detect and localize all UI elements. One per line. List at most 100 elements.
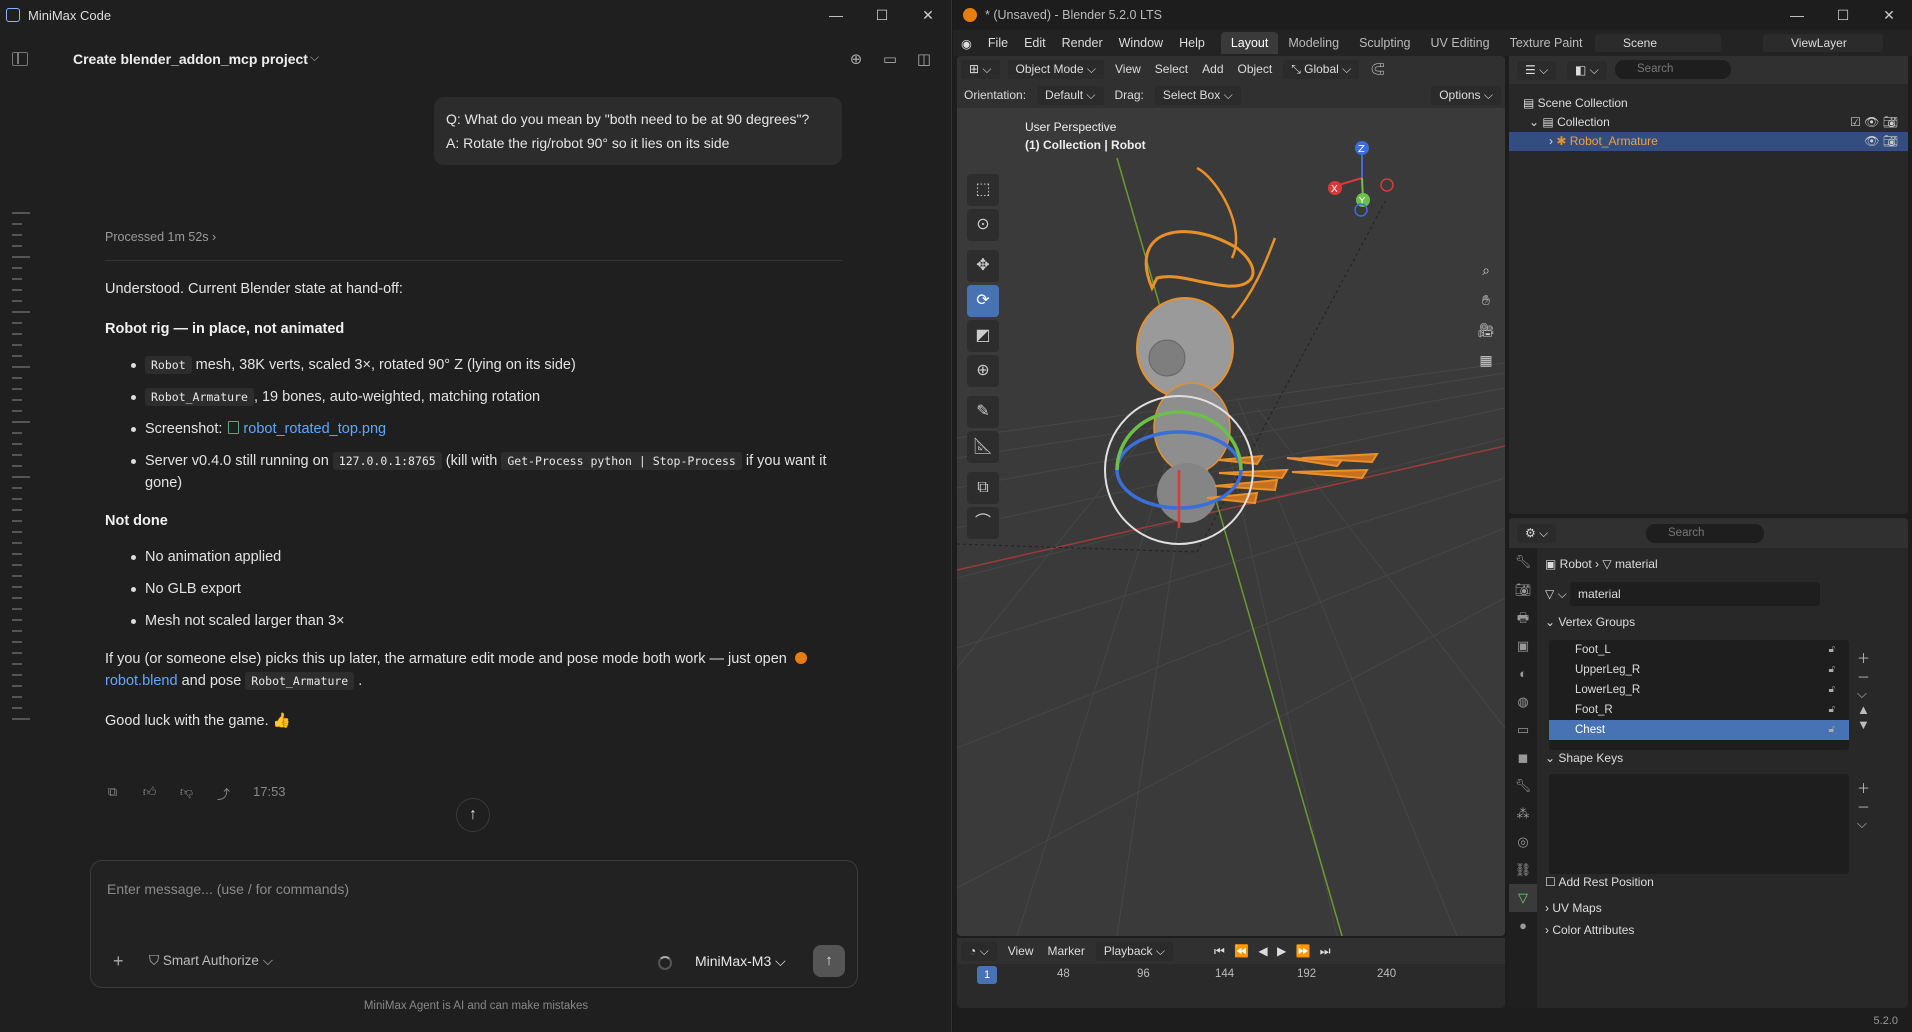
share-icon[interactable]: ⤴ xyxy=(216,784,231,802)
blender-menu-icon[interactable]: ◉ xyxy=(953,36,980,51)
scroll-up-button[interactable]: ↑ xyxy=(456,798,490,832)
collection-tab-icon[interactable]: ▭ xyxy=(1509,716,1537,744)
physics-tab-icon[interactable]: ◎ xyxy=(1509,828,1537,856)
folder-icon[interactable]: ▭ xyxy=(881,50,899,68)
camera-icon[interactable]: 🎥︎ xyxy=(1475,322,1497,346)
display-mode-dropdown[interactable]: ◧ ⌵ xyxy=(1567,61,1607,80)
tab-modeling[interactable]: Modeling xyxy=(1278,32,1349,54)
color-attributes-header[interactable]: › Color Attributes xyxy=(1545,918,1895,942)
thumbs-up-icon[interactable]: 👍︎ xyxy=(142,784,157,799)
shape-keys-header[interactable]: ⌄ Shape Keys xyxy=(1545,746,1895,770)
current-frame[interactable]: 1 xyxy=(977,966,997,984)
cursor-icon[interactable]: ⊙ xyxy=(967,209,999,241)
scene-tab-icon[interactable]: ◐ xyxy=(1509,660,1537,688)
outliner-editor-dropdown[interactable]: ☰ ⌵ xyxy=(1517,61,1557,80)
object-tab-icon[interactable]: ◼ xyxy=(1509,744,1537,772)
armature-row[interactable]: › ✱ Robot_Armature 👁︎ 📷︎ xyxy=(1509,132,1908,151)
plus-icon[interactable]: + xyxy=(113,951,124,972)
send-button[interactable]: ↑ xyxy=(813,945,845,977)
panel-icon[interactable]: ◫ xyxy=(915,50,933,68)
visibility-icon[interactable]: ☑ 👁︎ 📷︎ xyxy=(1850,113,1898,132)
output-tab-icon[interactable]: 🖶 xyxy=(1509,604,1537,632)
tab-layout[interactable]: Layout xyxy=(1220,32,1279,54)
transform-orientation-dropdown[interactable]: ⤡ Global ⌵ xyxy=(1283,59,1360,79)
processed-toggle[interactable]: Processed 1m 52s › xyxy=(105,230,216,244)
menu-view[interactable]: View xyxy=(1108,62,1148,76)
mesh-data-tab-icon[interactable]: ▽ xyxy=(1509,884,1537,912)
message-input[interactable]: Enter message... (use / for commands) xyxy=(107,881,349,897)
close-icon[interactable]: ✕ xyxy=(1866,0,1912,30)
list-item[interactable]: Foot_L 🔓︎ xyxy=(1549,640,1849,660)
mode-dropdown[interactable]: Object Mode ⌵ xyxy=(1007,59,1104,79)
playback-controls-icon[interactable]: ⏮ ⏪ ◀ ▶ ⏩ ⏭ xyxy=(1207,944,1341,959)
timeline[interactable]: ◔ ⌵ View Marker Playback ⌵ ⏮ ⏪ ◀ ▶ ⏩ ⏭ 1… xyxy=(957,938,1505,1008)
shape-key-buttons[interactable]: ＋－ ⌵ xyxy=(1857,778,1870,832)
uv-maps-header[interactable]: › UV Maps xyxy=(1545,896,1895,920)
tool-tab-icon[interactable]: 🔧︎ xyxy=(1509,548,1537,576)
list-item[interactable]: Foot_R 🔓︎ xyxy=(1549,700,1849,720)
menu-file[interactable]: File xyxy=(980,36,1016,50)
vertex-groups-header[interactable]: ⌄ Vertex Groups xyxy=(1545,610,1895,634)
list-item[interactable]: Chest 🔓︎ xyxy=(1549,720,1849,740)
menu-render[interactable]: Render xyxy=(1054,36,1111,50)
editor-type-dropdown[interactable]: ⊞ ⌵ xyxy=(961,59,1000,79)
list-item[interactable]: UpperLeg_R 🔓︎ xyxy=(1549,660,1849,680)
curve-icon[interactable]: ⌒ xyxy=(967,507,999,539)
menu-window[interactable]: Window xyxy=(1111,36,1171,50)
tab-texture-paint[interactable]: Texture Paint xyxy=(1500,32,1593,54)
visibility-icon[interactable]: 👁︎ 📷︎ xyxy=(1864,132,1898,151)
close-icon[interactable]: ✕ xyxy=(905,0,951,30)
screenshot-link[interactable]: robot_rotated_top.png xyxy=(243,421,386,437)
vertex-group-list[interactable]: Foot_L 🔓︎ UpperLeg_R 🔓︎ LowerLeg_R 🔓︎ Foot_… xyxy=(1549,640,1849,750)
playback-dropdown[interactable]: Playback ⌵ xyxy=(1095,941,1173,961)
add-rest-position-checkbox[interactable]: ☐ Add Rest Position xyxy=(1545,870,1895,894)
annotate-icon[interactable]: ✎ xyxy=(967,396,999,428)
move-icon[interactable]: ✥ xyxy=(967,250,999,282)
select-box-icon[interactable]: ⬚ xyxy=(967,174,999,206)
menu-edit[interactable]: Edit xyxy=(1016,36,1054,50)
pan-hand-icon[interactable]: ✋︎ xyxy=(1475,292,1497,316)
globe-icon[interactable]: ⊕ xyxy=(847,50,865,68)
maximize-icon[interactable]: ☐ xyxy=(1820,0,1866,30)
timeline-editor-dropdown[interactable]: ◔ ⌵ xyxy=(961,941,997,961)
outliner-search-input[interactable]: Search xyxy=(1615,60,1731,79)
model-selector[interactable]: MiniMax-M3 ⌵ xyxy=(695,953,786,970)
zoom-icon[interactable]: ⌕ xyxy=(1475,262,1497,286)
blend-file-link[interactable]: robot.blend xyxy=(105,673,178,689)
vertex-group-buttons[interactable]: ＋－ ⌵ ▲ ▼ xyxy=(1857,648,1870,732)
smart-authorize-dropdown[interactable]: ⛉ Smart Authorize ⌵ xyxy=(149,953,273,969)
options-dropdown[interactable]: Options ⌵ xyxy=(1431,85,1501,105)
project-title[interactable]: Create blender_addon_mcp project xyxy=(73,51,308,67)
view-layer-tab-icon[interactable]: ▣ xyxy=(1509,632,1537,660)
scale-icon[interactable]: ◩ xyxy=(967,320,999,352)
particles-tab-icon[interactable]: ⁂ xyxy=(1509,800,1537,828)
menu-help[interactable]: Help xyxy=(1171,36,1213,50)
tab-sculpting[interactable]: Sculpting xyxy=(1349,32,1420,54)
thumbs-down-icon[interactable]: 👎︎ xyxy=(179,784,194,799)
add-cube-icon[interactable]: ⧉ xyxy=(967,472,999,504)
constraints-tab-icon[interactable]: ⛓︎ xyxy=(1509,856,1537,884)
view-layer-selector[interactable]: ViewLayer xyxy=(1763,34,1883,52)
timeline-menu-marker[interactable]: Marker xyxy=(1040,944,1091,958)
grid-view-icon[interactable]: ▦ xyxy=(1475,352,1497,376)
orientation-dropdown[interactable]: Default ⌵ xyxy=(1037,85,1104,105)
chevron-down-icon[interactable]: ⌵ xyxy=(310,50,319,65)
mesh-data-field[interactable]: ▽ ⌵ material xyxy=(1545,582,1895,606)
sidebar-toggle-icon[interactable] xyxy=(12,52,28,66)
maximize-icon[interactable]: ☐ xyxy=(859,0,905,30)
rotate-icon[interactable]: ⟳ xyxy=(967,285,999,317)
transform-icon[interactable]: ⊕ xyxy=(967,355,999,387)
snap-icon[interactable]: 🧲︎ xyxy=(1363,62,1392,76)
scroll-rail[interactable] xyxy=(12,212,30,812)
3d-viewport[interactable]: ⊞ ⌵ Object Mode ⌵ View Select Add Object… xyxy=(957,56,1505,936)
menu-object[interactable]: Object xyxy=(1231,62,1280,76)
scene-collection-row[interactable]: ▤ Scene Collection xyxy=(1509,94,1908,113)
modifier-tab-icon[interactable]: 🔧︎ xyxy=(1509,772,1537,800)
collection-row[interactable]: ⌄ ▤ Collection ☑ 👁︎ 📷︎ xyxy=(1509,113,1908,132)
minimize-icon[interactable]: — xyxy=(813,0,859,30)
copy-icon[interactable]: ⧉ xyxy=(105,784,120,799)
material-tab-icon[interactable]: ● xyxy=(1509,912,1537,940)
properties-editor-dropdown[interactable]: ⚙ ⌵ xyxy=(1517,524,1557,543)
minimize-icon[interactable]: — xyxy=(1774,0,1820,30)
shape-key-list[interactable] xyxy=(1549,774,1849,874)
